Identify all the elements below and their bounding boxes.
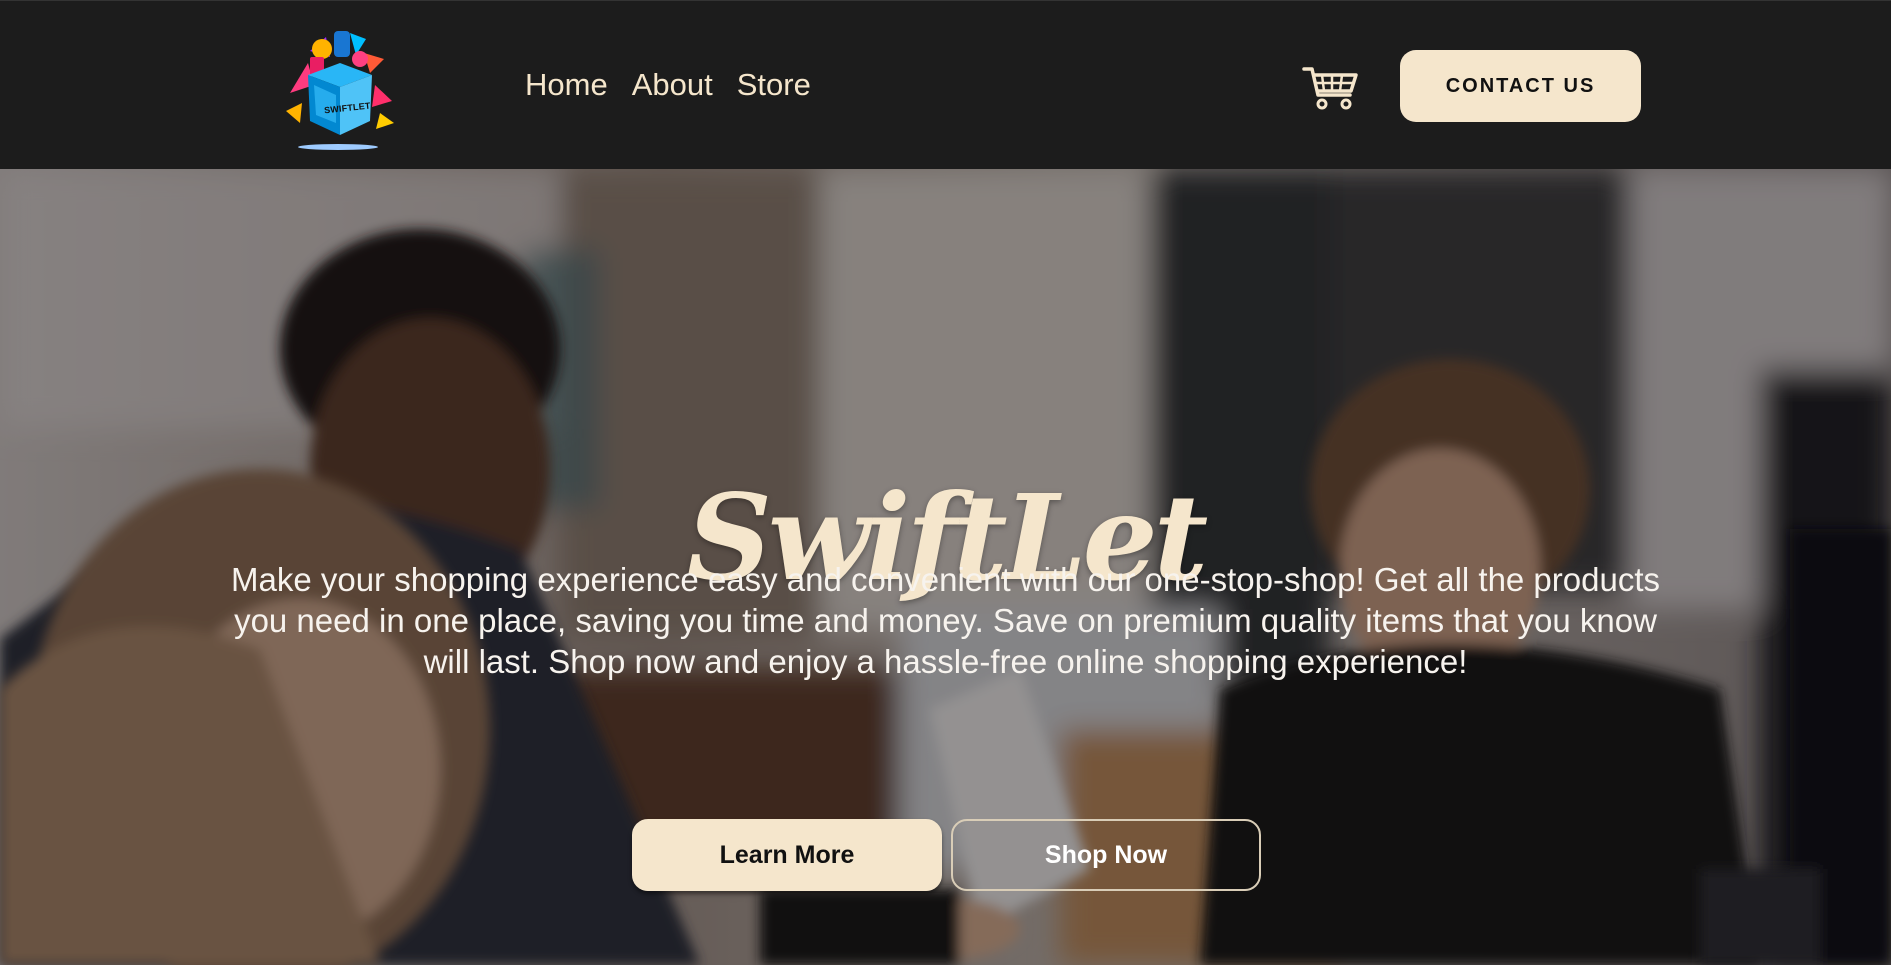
shopping-cart-button[interactable] <box>1302 63 1360 111</box>
learn-more-button[interactable]: Learn More <box>632 819 942 891</box>
brand-logo[interactable]: SWIFTLET <box>280 23 396 153</box>
hero-section: SwiftLet Make your shopping experience e… <box>0 169 1891 965</box>
contact-us-button[interactable]: CONTACT US <box>1400 50 1641 122</box>
shop-now-button[interactable]: Shop Now <box>951 819 1261 891</box>
hero-description: Make your shopping experience easy and c… <box>230 561 1661 680</box>
main-nav: Home About Store <box>525 65 811 105</box>
nav-link-about[interactable]: About <box>632 65 713 105</box>
shopping-cart-icon <box>1302 67 1358 110</box>
top-navbar: SWIFTLET Home About Store CONTACT US <box>0 0 1891 169</box>
shopping-box-logo-icon <box>286 31 394 150</box>
page: SWIFTLET Home About Store CONTACT US Swi… <box>0 0 1891 965</box>
nav-link-store[interactable]: Store <box>737 65 811 105</box>
nav-link-home[interactable]: Home <box>525 65 608 105</box>
